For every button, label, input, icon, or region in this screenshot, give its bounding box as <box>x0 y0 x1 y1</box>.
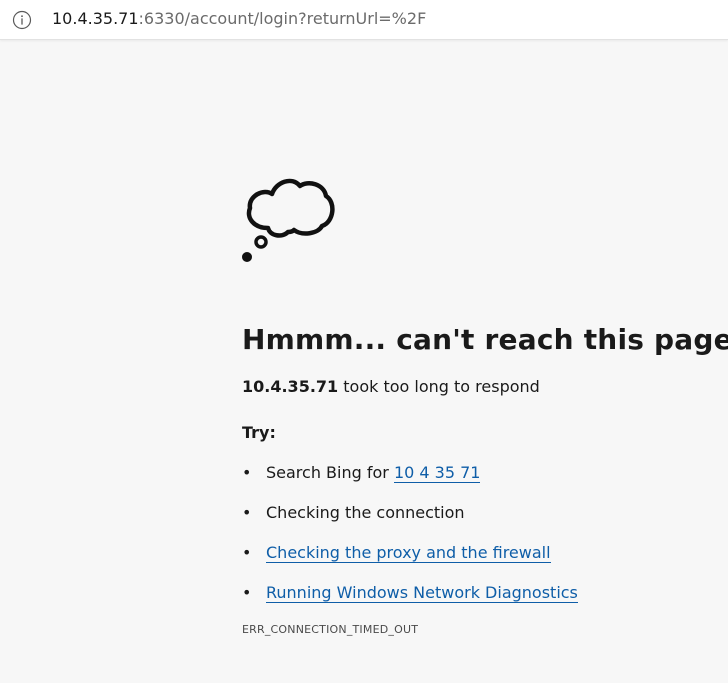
suggestion-list: • Search Bing for 10 4 35 71 • Checking th… <box>242 462 712 604</box>
network-diagnostics-link[interactable]: Running Windows Network Diagnostics <box>266 583 578 603</box>
error-code: ERR_CONNECTION_TIMED_OUT <box>242 623 419 636</box>
url-host: 10.4.35.71 <box>52 9 139 28</box>
check-proxy-firewall-link[interactable]: Checking the proxy and the firewall <box>266 543 551 563</box>
error-description: 10.4.35.71 took too long to respond <box>242 376 712 398</box>
suggestion-check-connection: • Checking the connection <box>242 502 712 524</box>
check-connection-text: Checking the connection <box>266 503 465 522</box>
info-circle-icon[interactable] <box>12 10 32 30</box>
error-message: took too long to respond <box>338 377 540 396</box>
page-title: Hmmm... can't reach this page <box>242 323 728 356</box>
suggestion-check-proxy: • Checking the proxy and the firewall <box>242 542 712 564</box>
search-bing-prefix: Search Bing for <box>266 463 394 482</box>
url-text[interactable]: 10.4.35.71:6330/account/login?returnUrl=… <box>52 9 426 29</box>
error-host: 10.4.35.71 <box>242 377 339 396</box>
search-bing-link[interactable]: 10 4 35 71 <box>393 463 481 483</box>
try-label: Try: <box>242 423 276 442</box>
bullet: • <box>242 463 252 482</box>
url-path: :6330/account/login?returnUrl=%2F <box>138 9 427 28</box>
thought-cloud-icon <box>242 178 335 262</box>
bullet: • <box>242 583 252 602</box>
bullet: • <box>242 503 252 522</box>
suggestion-search-bing: • Search Bing for 10 4 35 71 <box>242 462 712 484</box>
bullet: • <box>242 543 252 562</box>
error-content: Hmmm... can't reach this page 10.4.35.71… <box>242 170 728 638</box>
address-bar[interactable]: 10.4.35.71:6330/account/login?returnUrl=… <box>0 0 728 40</box>
suggestion-network-diagnostics: • Running Windows Network Diagnostics <box>242 582 712 604</box>
